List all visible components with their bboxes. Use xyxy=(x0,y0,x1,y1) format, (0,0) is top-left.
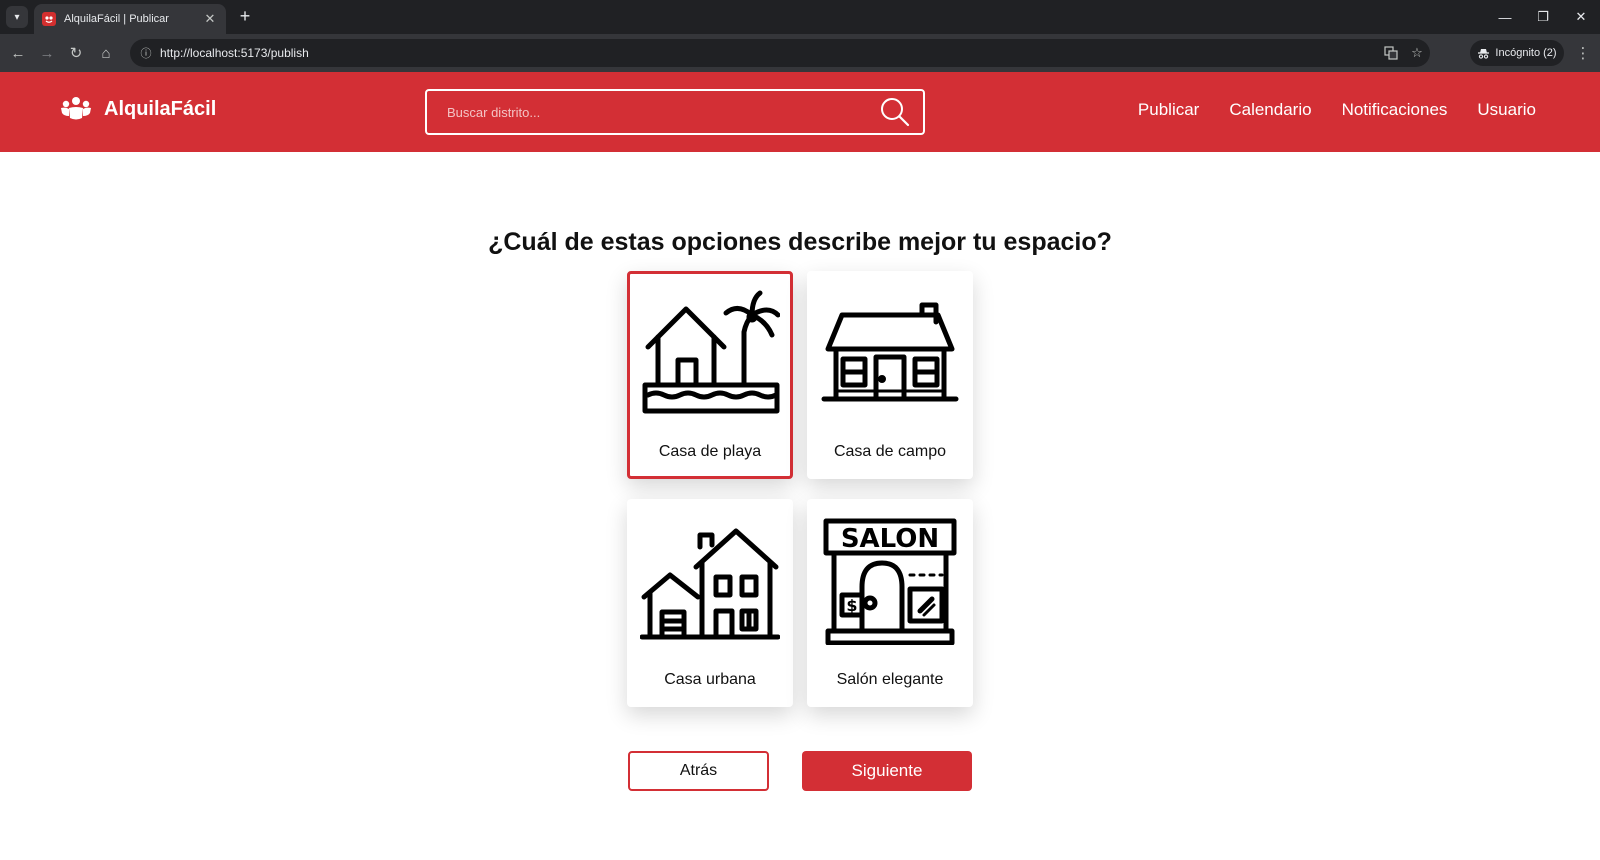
next-button[interactable]: Siguiente xyxy=(802,751,972,791)
district-search[interactable] xyxy=(425,89,925,135)
back-button[interactable]: Atrás xyxy=(628,751,769,791)
url-text[interactable]: http://localhost:5173/publish xyxy=(160,46,1378,60)
browser-tab[interactable]: AlquilaFácil | Publicar ✕ xyxy=(34,4,226,34)
option-card-casa-urbana[interactable]: Casa urbana xyxy=(627,499,793,707)
window-close-icon[interactable]: ✕ xyxy=(1562,0,1600,34)
country-house-icon xyxy=(820,287,960,417)
beach-house-icon xyxy=(640,287,780,417)
nav-publicar[interactable]: Publicar xyxy=(1138,100,1199,120)
svg-text:$: $ xyxy=(846,596,857,615)
salon-icon: SALON $ xyxy=(820,515,960,645)
search-icon[interactable] xyxy=(879,96,911,128)
search-input[interactable] xyxy=(447,104,879,120)
incognito-icon xyxy=(1478,48,1490,59)
nav-usuario[interactable]: Usuario xyxy=(1477,100,1536,120)
reload-icon[interactable]: ↻ xyxy=(64,41,88,65)
option-card-casa-de-campo[interactable]: Casa de campo xyxy=(807,271,973,479)
tab-title: AlquilaFácil | Publicar xyxy=(64,13,169,25)
option-label: Casa de playa xyxy=(658,443,762,460)
minimize-icon[interactable]: — xyxy=(1486,0,1524,34)
bookmark-star-icon[interactable]: ☆ xyxy=(1404,39,1430,67)
logo-icon xyxy=(61,97,91,120)
brand-name: AlquilaFácil xyxy=(104,97,217,120)
option-label: Casa de campo xyxy=(833,443,947,460)
option-label: Casa urbana xyxy=(664,671,756,688)
kebab-menu-icon[interactable]: ⋮ xyxy=(1572,41,1594,65)
translate-icon[interactable] xyxy=(1378,39,1404,67)
browser-tab-bar: ▾ AlquilaFácil | Publicar ✕ + — ❐ ✕ xyxy=(0,0,1600,34)
app-header: AlquilaFácil Publicar Calendario Notific… xyxy=(0,72,1600,152)
brand-logo[interactable]: AlquilaFácil xyxy=(60,96,216,122)
salon-sign-text: SALON xyxy=(841,524,939,554)
main-nav: Publicar Calendario Notificaciones Usuar… xyxy=(1138,100,1536,120)
option-card-casa-de-playa[interactable]: Casa de playa xyxy=(627,271,793,479)
nav-notificaciones[interactable]: Notificaciones xyxy=(1342,100,1448,120)
forward-arrow-icon[interactable]: → xyxy=(35,41,59,65)
restore-icon[interactable]: ❐ xyxy=(1524,0,1562,34)
window-controls: — ❐ ✕ xyxy=(1486,0,1600,34)
home-icon[interactable]: ⌂ xyxy=(94,41,118,65)
tab-list-button[interactable]: ▾ xyxy=(6,6,28,28)
site-info-icon[interactable]: ⓘ xyxy=(132,39,160,67)
incognito-badge[interactable]: Incógnito (2) xyxy=(1470,40,1564,66)
city-house-icon xyxy=(640,515,780,645)
new-tab-button[interactable]: + xyxy=(234,6,256,28)
address-bar[interactable]: ⓘ http://localhost:5173/publish ☆ xyxy=(130,39,1430,67)
page-question: ¿Cuál de estas opciones describe mejor t… xyxy=(488,228,1112,256)
option-card-salon-elegante[interactable]: SALON $ Salón elegante xyxy=(807,499,973,707)
browser-toolbar: ← → ↻ ⌂ ⓘ http://localhost:5173/publish … xyxy=(0,34,1600,72)
incognito-label: Incógnito (2) xyxy=(1495,47,1557,59)
option-label: Salón elegante xyxy=(836,671,944,688)
close-icon[interactable]: ✕ xyxy=(202,11,218,27)
nav-calendario[interactable]: Calendario xyxy=(1229,100,1311,120)
back-arrow-icon[interactable]: ← xyxy=(6,41,30,65)
favicon-icon xyxy=(42,12,56,26)
